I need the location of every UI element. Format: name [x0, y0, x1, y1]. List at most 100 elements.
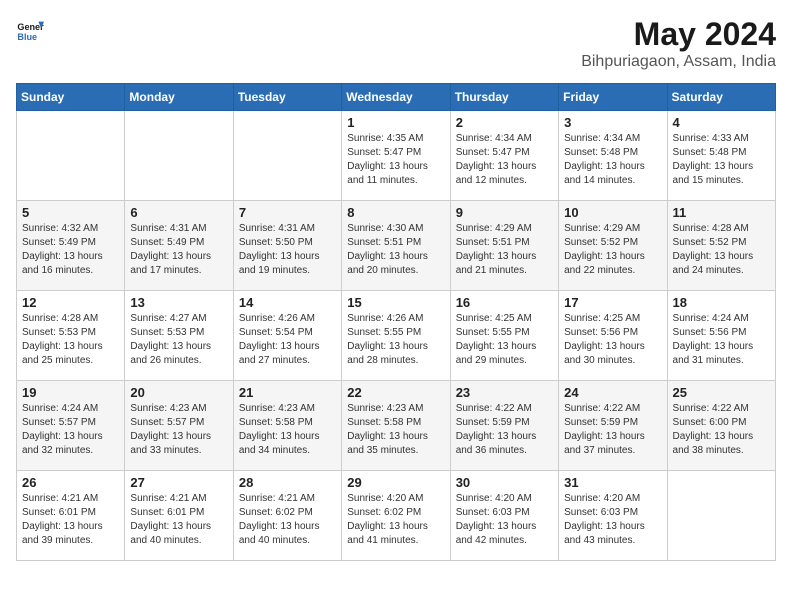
- calendar-cell: 17 Sunrise: 4:25 AM Sunset: 5:56 PM Dayli…: [559, 291, 667, 381]
- day-info: Sunrise: 4:31 AM Sunset: 5:50 PM Dayligh…: [239, 222, 336, 278]
- day-number: 6: [130, 205, 227, 220]
- day-number: 27: [130, 475, 227, 490]
- weekday-header-sunday: Sunday: [17, 84, 125, 111]
- calendar-cell: 16Sunrise: 4:25 AM Sunset: 5:55 PM Dayli…: [450, 291, 558, 381]
- day-number: 26: [22, 475, 119, 490]
- day-info: Sunrise: 4:28 AM Sunset: 5:53 PM Dayligh…: [22, 312, 119, 368]
- day-info: Sunrise: 4:24 AM Sunset: 5:56 PM Dayligh…: [673, 312, 770, 368]
- calendar-cell: [125, 111, 233, 201]
- day-info: Sunrise: 4:27 AM Sunset: 5:53 PM Dayligh…: [130, 312, 227, 368]
- calendar-cell: 19 Sunrise: 4:24 AM Sunset: 5:57 PM Dayli…: [17, 381, 125, 471]
- calendar-cell: 8 Sunrise: 4:30 AM Sunset: 5:51 PM Daylig…: [342, 201, 450, 291]
- weekday-header-monday: Monday: [125, 84, 233, 111]
- day-number: 9: [456, 205, 553, 220]
- day-number: 29: [347, 475, 444, 490]
- calendar-cell: 24 Sunrise: 4:22 AM Sunset: 5:59 PM Dayli…: [559, 381, 667, 471]
- calendar-cell: [233, 111, 341, 201]
- day-number: 2: [456, 115, 553, 130]
- title-area: May 2024 Bihpuriagaon, Assam, India: [581, 16, 776, 71]
- calendar-cell: 21 Sunrise: 4:23 AM Sunset: 5:58 PM Dayli…: [233, 381, 341, 471]
- day-info: Sunrise: 4:22 AM Sunset: 6:00 PM Dayligh…: [673, 402, 770, 458]
- day-info: Sunrise: 4:33 AM Sunset: 5:48 PM Dayligh…: [673, 132, 770, 188]
- calendar-cell: 14 Sunrise: 4:26 AM Sunset: 5:54 PM Dayli…: [233, 291, 341, 381]
- day-number: 18: [673, 295, 770, 310]
- calendar-cell: 4Sunrise: 4:33 AM Sunset: 5:48 PM Daylig…: [667, 111, 775, 201]
- calendar-cell: 28 Sunrise: 4:21 AM Sunset: 6:02 PM Dayli…: [233, 471, 341, 561]
- calendar-cell: 2 Sunrise: 4:34 AM Sunset: 5:47 PM Daylig…: [450, 111, 558, 201]
- day-number: 13: [130, 295, 227, 310]
- calendar-cell: [667, 471, 775, 561]
- day-info: Sunrise: 4:24 AM Sunset: 5:57 PM Dayligh…: [22, 402, 119, 458]
- day-number: 23: [456, 385, 553, 400]
- day-number: 10: [564, 205, 661, 220]
- calendar-cell: 29 Sunrise: 4:20 AM Sunset: 6:02 PM Dayli…: [342, 471, 450, 561]
- day-number: 31: [564, 475, 661, 490]
- weekday-header-row: SundayMondayTuesdayWednesdayThursdayFrid…: [17, 84, 776, 111]
- day-number: 25: [673, 385, 770, 400]
- day-info: Sunrise: 4:23 AM Sunset: 5:57 PM Dayligh…: [130, 402, 227, 458]
- logo: General Blue: [16, 16, 44, 44]
- calendar-cell: 1 Sunrise: 4:35 AM Sunset: 5:47 PM Daylig…: [342, 111, 450, 201]
- week-row-3: 12Sunrise: 4:28 AM Sunset: 5:53 PM Dayli…: [17, 291, 776, 381]
- day-number: 15: [347, 295, 444, 310]
- week-row-2: 5Sunrise: 4:32 AM Sunset: 5:49 PM Daylig…: [17, 201, 776, 291]
- calendar-cell: 9Sunrise: 4:29 AM Sunset: 5:51 PM Daylig…: [450, 201, 558, 291]
- calendar-cell: 26 Sunrise: 4:21 AM Sunset: 6:01 PM Dayli…: [17, 471, 125, 561]
- calendar-cell: 10 Sunrise: 4:29 AM Sunset: 5:52 PM Dayli…: [559, 201, 667, 291]
- page-header: General Blue May 2024 Bihpuriagaon, Assa…: [16, 16, 776, 71]
- day-info: Sunrise: 4:20 AM Sunset: 6:03 PM Dayligh…: [456, 492, 553, 548]
- day-info: Sunrise: 4:26 AM Sunset: 5:55 PM Dayligh…: [347, 312, 444, 368]
- svg-text:Blue: Blue: [17, 32, 37, 42]
- day-info: Sunrise: 4:22 AM Sunset: 5:59 PM Dayligh…: [456, 402, 553, 458]
- weekday-header-friday: Friday: [559, 84, 667, 111]
- day-info: Sunrise: 4:21 AM Sunset: 6:02 PM Dayligh…: [239, 492, 336, 548]
- day-info: Sunrise: 4:29 AM Sunset: 5:52 PM Dayligh…: [564, 222, 661, 278]
- day-info: Sunrise: 4:25 AM Sunset: 5:56 PM Dayligh…: [564, 312, 661, 368]
- location-subtitle: Bihpuriagaon, Assam, India: [581, 53, 776, 71]
- day-info: Sunrise: 4:23 AM Sunset: 5:58 PM Dayligh…: [239, 402, 336, 458]
- day-number: 8: [347, 205, 444, 220]
- day-info: Sunrise: 4:31 AM Sunset: 5:49 PM Dayligh…: [130, 222, 227, 278]
- week-row-4: 19 Sunrise: 4:24 AM Sunset: 5:57 PM Dayli…: [17, 381, 776, 471]
- day-number: 28: [239, 475, 336, 490]
- day-number: 11: [673, 205, 770, 220]
- weekday-header-saturday: Saturday: [667, 84, 775, 111]
- day-info: Sunrise: 4:34 AM Sunset: 5:47 PM Dayligh…: [456, 132, 553, 188]
- day-info: Sunrise: 4:21 AM Sunset: 6:01 PM Dayligh…: [130, 492, 227, 548]
- calendar-cell: 6 Sunrise: 4:31 AM Sunset: 5:49 PM Daylig…: [125, 201, 233, 291]
- day-info: Sunrise: 4:20 AM Sunset: 6:02 PM Dayligh…: [347, 492, 444, 548]
- calendar-cell: 7 Sunrise: 4:31 AM Sunset: 5:50 PM Daylig…: [233, 201, 341, 291]
- calendar-cell: 13 Sunrise: 4:27 AM Sunset: 5:53 PM Dayli…: [125, 291, 233, 381]
- day-info: Sunrise: 4:28 AM Sunset: 5:52 PM Dayligh…: [673, 222, 770, 278]
- day-number: 14: [239, 295, 336, 310]
- day-number: 21: [239, 385, 336, 400]
- calendar-cell: 5Sunrise: 4:32 AM Sunset: 5:49 PM Daylig…: [17, 201, 125, 291]
- day-info: Sunrise: 4:35 AM Sunset: 5:47 PM Dayligh…: [347, 132, 444, 188]
- calendar-cell: 18 Sunrise: 4:24 AM Sunset: 5:56 PM Dayli…: [667, 291, 775, 381]
- weekday-header-thursday: Thursday: [450, 84, 558, 111]
- weekday-header-tuesday: Tuesday: [233, 84, 341, 111]
- day-info: Sunrise: 4:30 AM Sunset: 5:51 PM Dayligh…: [347, 222, 444, 278]
- day-number: 3: [564, 115, 661, 130]
- day-number: 19: [22, 385, 119, 400]
- calendar-cell: 20Sunrise: 4:23 AM Sunset: 5:57 PM Dayli…: [125, 381, 233, 471]
- day-info: Sunrise: 4:20 AM Sunset: 6:03 PM Dayligh…: [564, 492, 661, 548]
- day-number: 24: [564, 385, 661, 400]
- calendar-cell: 23 Sunrise: 4:22 AM Sunset: 5:59 PM Dayli…: [450, 381, 558, 471]
- day-info: Sunrise: 4:23 AM Sunset: 5:58 PM Dayligh…: [347, 402, 444, 458]
- calendar-cell: 22 Sunrise: 4:23 AM Sunset: 5:58 PM Dayli…: [342, 381, 450, 471]
- calendar-cell: 12Sunrise: 4:28 AM Sunset: 5:53 PM Dayli…: [17, 291, 125, 381]
- day-info: Sunrise: 4:21 AM Sunset: 6:01 PM Dayligh…: [22, 492, 119, 548]
- week-row-5: 26 Sunrise: 4:21 AM Sunset: 6:01 PM Dayli…: [17, 471, 776, 561]
- day-info: Sunrise: 4:32 AM Sunset: 5:49 PM Dayligh…: [22, 222, 119, 278]
- day-number: 7: [239, 205, 336, 220]
- day-info: Sunrise: 4:26 AM Sunset: 5:54 PM Dayligh…: [239, 312, 336, 368]
- calendar-table: SundayMondayTuesdayWednesdayThursdayFrid…: [16, 83, 776, 561]
- calendar-cell: 31 Sunrise: 4:20 AM Sunset: 6:03 PM Dayli…: [559, 471, 667, 561]
- day-info: Sunrise: 4:22 AM Sunset: 5:59 PM Dayligh…: [564, 402, 661, 458]
- day-number: 17: [564, 295, 661, 310]
- weekday-header-wednesday: Wednesday: [342, 84, 450, 111]
- calendar-cell: 15 Sunrise: 4:26 AM Sunset: 5:55 PM Dayli…: [342, 291, 450, 381]
- day-number: 1: [347, 115, 444, 130]
- day-number: 22: [347, 385, 444, 400]
